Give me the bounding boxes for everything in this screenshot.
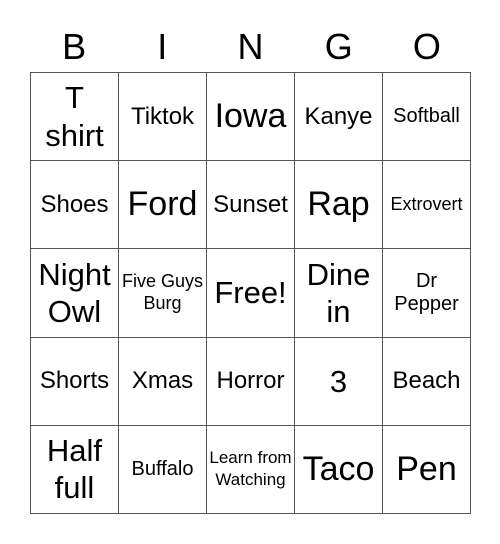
cell-text: Extrovert xyxy=(390,193,463,214)
bingo-cell[interactable]: Sunset xyxy=(207,161,295,250)
bingo-grid: T shirt Tiktok Iowa Kanye Softball Shoes… xyxy=(30,72,471,514)
cell-text: Ford xyxy=(127,185,198,224)
cell-text: 3 xyxy=(329,363,348,399)
cell-text: Dine in xyxy=(306,256,371,329)
bingo-cell[interactable]: Half full xyxy=(31,425,119,514)
free-space-cell[interactable]: Free! xyxy=(207,249,295,338)
bingo-cell[interactable]: Horror xyxy=(207,337,295,426)
bingo-cell[interactable]: 3 xyxy=(295,337,383,426)
bingo-cell[interactable]: Buffalo xyxy=(119,425,207,514)
bingo-cell[interactable]: Five Guys Burg xyxy=(119,249,207,338)
bingo-cell[interactable]: Learn from Watching xyxy=(207,425,295,514)
bingo-cell[interactable]: Rap xyxy=(295,161,383,250)
bingo-cell[interactable]: Softball xyxy=(383,73,471,162)
cell-text: Learn from Watching xyxy=(209,448,292,490)
bingo-cell[interactable]: Iowa xyxy=(207,73,295,162)
cell-text: T shirt xyxy=(45,80,104,153)
bingo-cell[interactable]: T shirt xyxy=(31,73,119,162)
cell-text: Pen xyxy=(396,449,457,488)
cell-text: Five Guys Burg xyxy=(121,271,204,313)
cell-text: Buffalo xyxy=(131,457,194,480)
cell-text: Tiktok xyxy=(130,102,195,130)
header-letter-n: N xyxy=(237,26,264,67)
header-letter-o: O xyxy=(412,26,441,67)
bingo-cell[interactable]: Xmas xyxy=(119,337,207,426)
cell-text: Taco xyxy=(302,449,375,488)
cell-text: Night Owl xyxy=(38,256,111,329)
header-letter-g: G xyxy=(324,26,353,67)
header-letter-i: I xyxy=(157,26,168,67)
bingo-cell[interactable]: Shorts xyxy=(31,337,119,426)
cell-text: Horror xyxy=(216,367,285,395)
cell-text: Free! xyxy=(214,275,287,311)
cell-text: Half full xyxy=(46,433,103,506)
bingo-cell[interactable]: Dine in xyxy=(295,249,383,338)
header-letter-b: B xyxy=(62,26,87,67)
bingo-header: B I N G O xyxy=(30,22,471,72)
bingo-cell[interactable]: Dr Pepper xyxy=(383,249,471,338)
bingo-cell[interactable]: Pen xyxy=(383,425,471,514)
cell-text: Kanye xyxy=(304,102,373,130)
bingo-cell[interactable]: Night Owl xyxy=(31,249,119,338)
cell-text: Iowa xyxy=(214,97,287,136)
cell-text: Softball xyxy=(393,105,460,128)
cell-text: Beach xyxy=(392,367,461,395)
bingo-cell[interactable]: Tiktok xyxy=(119,73,207,162)
cell-text: Sunset xyxy=(213,190,288,218)
cell-text: Xmas xyxy=(131,367,194,395)
bingo-cell[interactable]: Taco xyxy=(295,425,383,514)
bingo-cell[interactable]: Shoes xyxy=(31,161,119,250)
cell-text: Rap xyxy=(307,185,370,224)
cell-text: Dr Pepper xyxy=(394,269,459,315)
cell-text: Shoes xyxy=(40,190,109,218)
cell-text: Shorts xyxy=(39,367,110,395)
bingo-cell[interactable]: Ford xyxy=(119,161,207,250)
bingo-cell[interactable]: Beach xyxy=(383,337,471,426)
bingo-cell[interactable]: Extrovert xyxy=(383,161,471,250)
bingo-cell[interactable]: Kanye xyxy=(295,73,383,162)
